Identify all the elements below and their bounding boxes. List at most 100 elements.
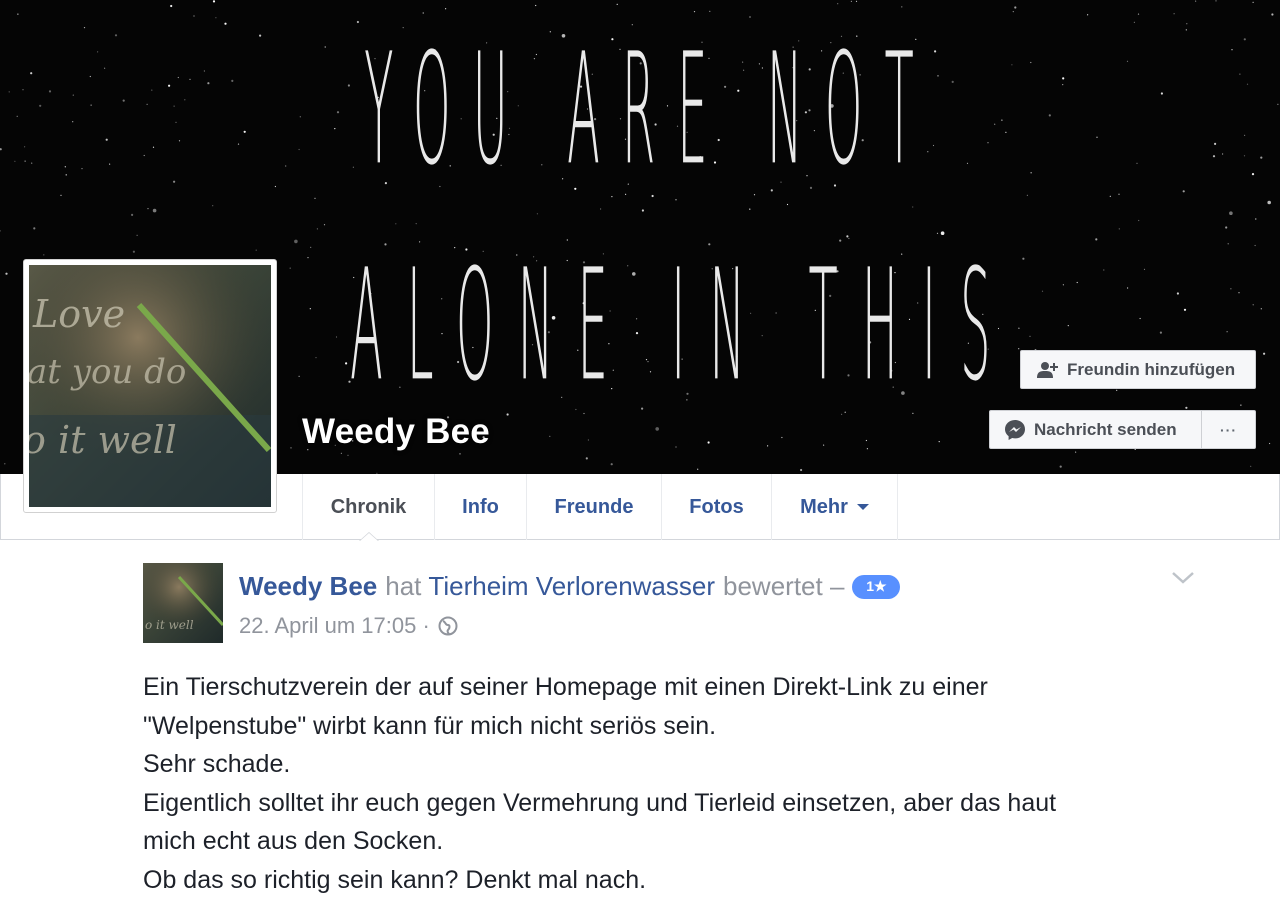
star <box>1160 92 1163 95</box>
star <box>310 246 312 248</box>
star <box>1183 308 1187 311</box>
star <box>1244 134 1246 136</box>
add-friend-label: Freundin hinzufügen <box>1067 359 1236 379</box>
star <box>1138 219 1140 222</box>
add-friend-button[interactable]: Freundin hinzufügen <box>1020 350 1256 389</box>
star <box>170 4 173 8</box>
star <box>14 160 16 162</box>
star <box>203 70 205 72</box>
star <box>81 168 83 170</box>
star <box>697 468 699 470</box>
star <box>1240 404 1242 406</box>
profile-name[interactable]: Weedy Bee <box>302 412 490 452</box>
star <box>1243 155 1246 157</box>
globe-icon[interactable] <box>438 616 458 636</box>
profile-picture[interactable]: Love at you do o it well <box>23 259 277 513</box>
star <box>866 448 869 450</box>
tab-fotos[interactable]: Fotos <box>661 474 771 540</box>
star <box>323 224 326 226</box>
post-avatar-text: o it well <box>145 618 194 632</box>
star <box>347 454 349 456</box>
star <box>0 148 2 151</box>
star <box>97 51 99 53</box>
star <box>1269 442 1271 445</box>
star <box>17 13 19 15</box>
more-options-button[interactable]: ··· <box>1201 410 1256 449</box>
star <box>335 336 338 338</box>
star <box>152 208 157 213</box>
add-friend-icon <box>1037 361 1058 378</box>
star <box>1014 6 1017 9</box>
star <box>39 104 42 107</box>
star <box>800 468 803 472</box>
star <box>146 103 148 105</box>
star <box>132 250 135 253</box>
post-author-link[interactable]: Weedy Bee <box>239 571 377 602</box>
tab-info[interactable]: Info <box>434 474 526 540</box>
star <box>184 99 186 101</box>
star <box>675 199 677 201</box>
post-author-avatar[interactable]: o it well <box>143 563 225 643</box>
star <box>1126 60 1129 62</box>
star <box>1026 194 1028 196</box>
avatar-text-1: Love <box>32 292 125 336</box>
star <box>30 72 33 75</box>
star <box>4 463 6 465</box>
post-menu-button[interactable] <box>1171 570 1195 591</box>
star <box>585 457 588 460</box>
star <box>177 76 179 79</box>
post-meta: 22. April um 17:05 · <box>239 613 458 639</box>
star <box>345 362 348 365</box>
post-text: Ein Tierschutzverein der auf seiner Home… <box>143 668 1243 900</box>
star <box>1195 0 1197 2</box>
star <box>299 116 301 118</box>
tab-fotos-label: Fotos <box>689 495 744 518</box>
tab-freunde[interactable]: Freunde <box>526 474 661 540</box>
star <box>1231 49 1233 51</box>
star <box>1136 162 1138 164</box>
star <box>855 0 858 2</box>
star <box>1267 200 1271 205</box>
star <box>259 34 262 37</box>
star <box>1018 348 1020 350</box>
star <box>143 154 145 157</box>
star <box>168 84 171 87</box>
star <box>274 185 276 188</box>
star <box>837 3 839 5</box>
star <box>24 146 26 148</box>
star <box>175 121 177 123</box>
post-verb: hat <box>385 571 422 601</box>
star <box>340 452 342 454</box>
star <box>72 94 74 96</box>
post-header: Weedy Bee hat Tierheim Verlorenwasser be… <box>239 571 901 602</box>
tab-chronik[interactable]: Chronik <box>302 474 434 541</box>
star <box>109 163 111 165</box>
star <box>1186 23 1188 25</box>
star <box>307 257 309 259</box>
tab-mehr[interactable]: Mehr <box>771 474 898 540</box>
star <box>136 234 138 236</box>
post-avatar-image: o it well <box>143 563 225 643</box>
star <box>901 6 903 8</box>
star <box>48 90 52 93</box>
star <box>1062 77 1065 80</box>
star <box>600 208 602 210</box>
cover-text-line-1: YOU ARE NOT <box>364 20 936 200</box>
star <box>1030 172 1032 174</box>
star <box>215 17 217 19</box>
send-message-button[interactable]: Nachricht senden <box>989 410 1202 449</box>
star <box>749 16 751 18</box>
star <box>316 228 318 230</box>
reviewed-page-link[interactable]: Tierheim Verlorenwasser <box>428 571 715 602</box>
post-verb-suffix: bewertet – <box>723 571 845 601</box>
star <box>212 205 214 207</box>
star <box>243 130 246 133</box>
star <box>1226 331 1228 333</box>
star <box>147 208 149 210</box>
star <box>1087 14 1089 16</box>
post-timestamp[interactable]: 22. April um 17:05 · <box>239 613 430 639</box>
star <box>1185 29 1187 31</box>
star <box>1252 1 1254 3</box>
star <box>314 197 316 199</box>
star <box>1238 292 1240 294</box>
